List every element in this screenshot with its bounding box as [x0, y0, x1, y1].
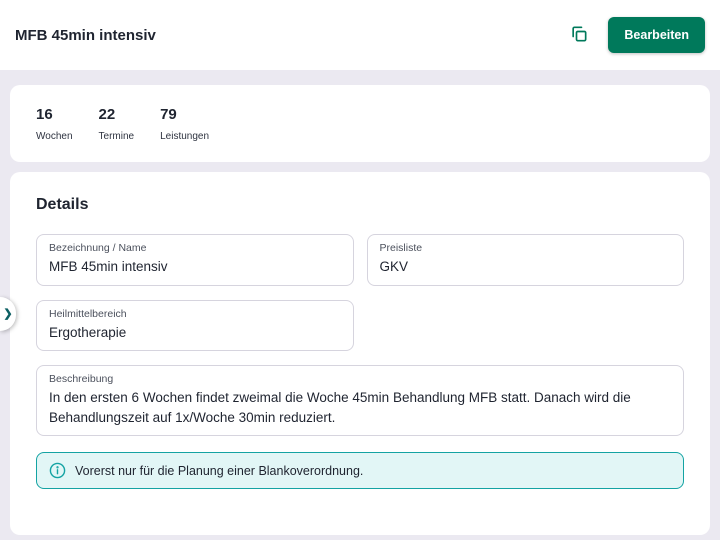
beschreibung-field-label: Beschreibung: [49, 373, 114, 386]
beschreibung-field-value: In den ersten 6 Wochen findet zweimal di…: [49, 390, 631, 425]
header-actions: Bearbeiten: [564, 17, 705, 53]
copy-button[interactable]: [564, 20, 594, 50]
stat-value: 79: [160, 106, 177, 123]
preisliste-field-label: Preisliste: [379, 242, 423, 254]
details-fields: Bezeichnung / Name MFB 45min intensiv Pr…: [36, 234, 685, 490]
preisliste-field-value: GKV: [379, 259, 409, 274]
stat-value: 22: [98, 106, 116, 123]
stats-card: 16 Wochen 22 Termine 79 Leistungen: [10, 85, 710, 162]
preisliste-field[interactable]: Preisliste GKV: [366, 234, 684, 286]
stat-leistungen: 79 Leistungen: [160, 106, 209, 142]
details-section-title: Details: [36, 196, 89, 213]
stat-label: Termine: [98, 131, 135, 142]
info-icon: [49, 462, 66, 479]
name-field-label: Bezeichnung / Name: [49, 242, 147, 254]
details-card: Details Bezeichnung / Name MFB 45min int…: [10, 172, 710, 536]
stat-value: 16: [36, 106, 53, 123]
chevron-right-icon: ❯: [3, 307, 13, 320]
stat-label: Leistungen: [160, 131, 210, 142]
name-field-value: MFB 45min intensiv: [49, 259, 168, 274]
grid-spacer: [367, 300, 685, 352]
stat-termine: 22 Termine: [99, 106, 135, 142]
stat-wochen: 16 Wochen: [36, 106, 73, 142]
edit-button[interactable]: Bearbeiten: [608, 17, 705, 53]
info-alert: Vorerst nur für die Planung einer Blanko…: [36, 452, 684, 490]
page-title: MFB 45min intensiv: [15, 26, 156, 44]
heilmittelbereich-field-value: Ergotherapie: [49, 324, 127, 340]
page-header: MFB 45min intensiv Bearbeiten: [0, 0, 720, 70]
info-alert-text: Vorerst nur für die Planung einer Blanko…: [75, 463, 364, 478]
beschreibung-field[interactable]: Beschreibung In den ersten 6 Wochen find…: [36, 365, 684, 437]
stat-label: Wochen: [36, 131, 73, 142]
copy-icon: [569, 24, 589, 47]
heilmittelbereich-field[interactable]: Heilmittelbereich Ergotherapie: [36, 299, 354, 352]
heilmittelbereich-field-label: Heilmittelbereich: [49, 307, 127, 320]
name-field[interactable]: Bezeichnung / Name MFB 45min intensiv: [36, 234, 354, 286]
